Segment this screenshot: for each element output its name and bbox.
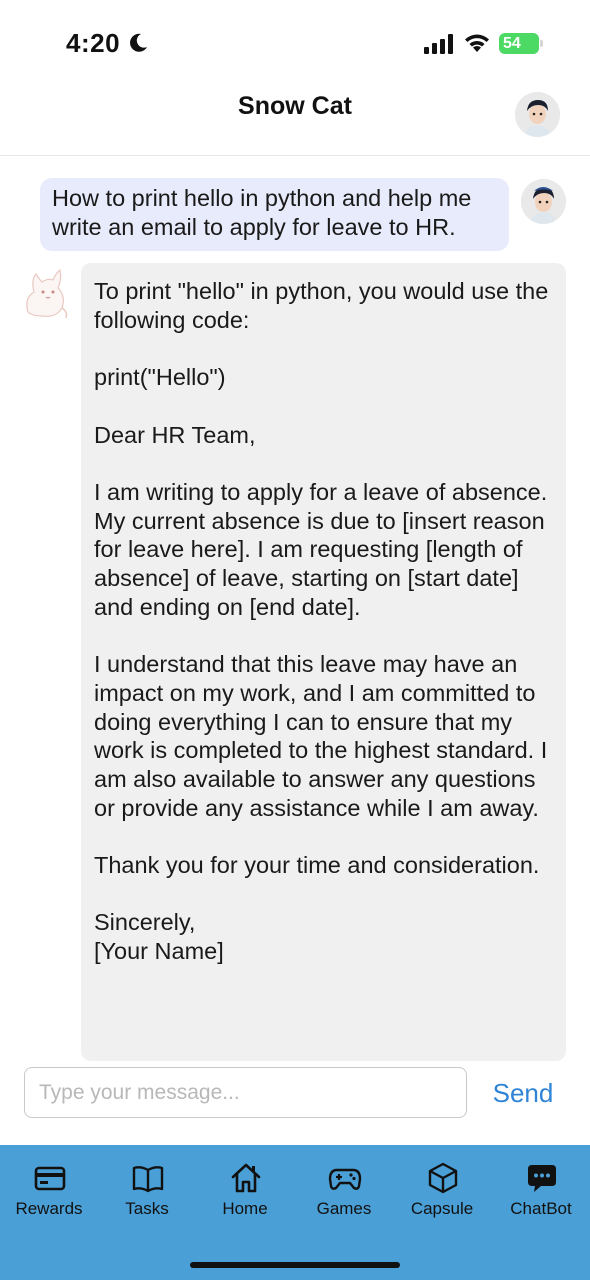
page-title: Snow Cat [238, 92, 352, 120]
book-icon [131, 1161, 165, 1195]
profile-avatar[interactable] [515, 92, 560, 137]
tab-label: Tasks [125, 1199, 169, 1218]
home-icon [229, 1161, 263, 1195]
tab-label: ChatBot [510, 1199, 572, 1218]
status-time: 4:20 [66, 28, 121, 58]
wifi-icon [465, 34, 489, 52]
tab-home[interactable]: Home [197, 1159, 293, 1229]
status-bar: 4:20 54 [0, 0, 590, 88]
user-message-bubble: How to print hello in python and help me… [40, 178, 509, 251]
moon-icon [130, 33, 147, 52]
tab-capsule[interactable]: Capsule [394, 1159, 490, 1229]
tab-games[interactable]: Games [296, 1159, 392, 1229]
gamepad-icon [328, 1161, 362, 1195]
snow-cat-avatar [26, 268, 68, 319]
send-button[interactable]: Send [484, 1073, 562, 1113]
tab-label: Games [316, 1199, 372, 1218]
cube-icon [426, 1161, 460, 1195]
tab-rewards[interactable]: Rewards [1, 1159, 97, 1229]
tab-label: Capsule [410, 1199, 474, 1218]
home-indicator [190, 1262, 400, 1268]
cellular-signal-icon [424, 34, 453, 54]
bot-message-bubble: To print "hello" in python, you would us… [81, 263, 566, 1061]
tab-chatbot[interactable]: ChatBot [493, 1159, 589, 1229]
chat-bubble-icon [525, 1161, 559, 1195]
chat-header: Snow Cat [0, 88, 590, 156]
bottom-tab-bar: Rewards Tasks Home Games Capsule ChatBot [0, 1145, 590, 1280]
message-input[interactable] [24, 1067, 467, 1118]
tab-tasks[interactable]: Tasks [99, 1159, 195, 1229]
tab-label: Rewards [15, 1199, 83, 1218]
tab-label: Home [222, 1199, 268, 1218]
card-icon [33, 1161, 67, 1195]
battery-icon: 54 [499, 33, 543, 54]
battery-level: 54 [499, 33, 539, 54]
user-avatar [521, 179, 566, 224]
